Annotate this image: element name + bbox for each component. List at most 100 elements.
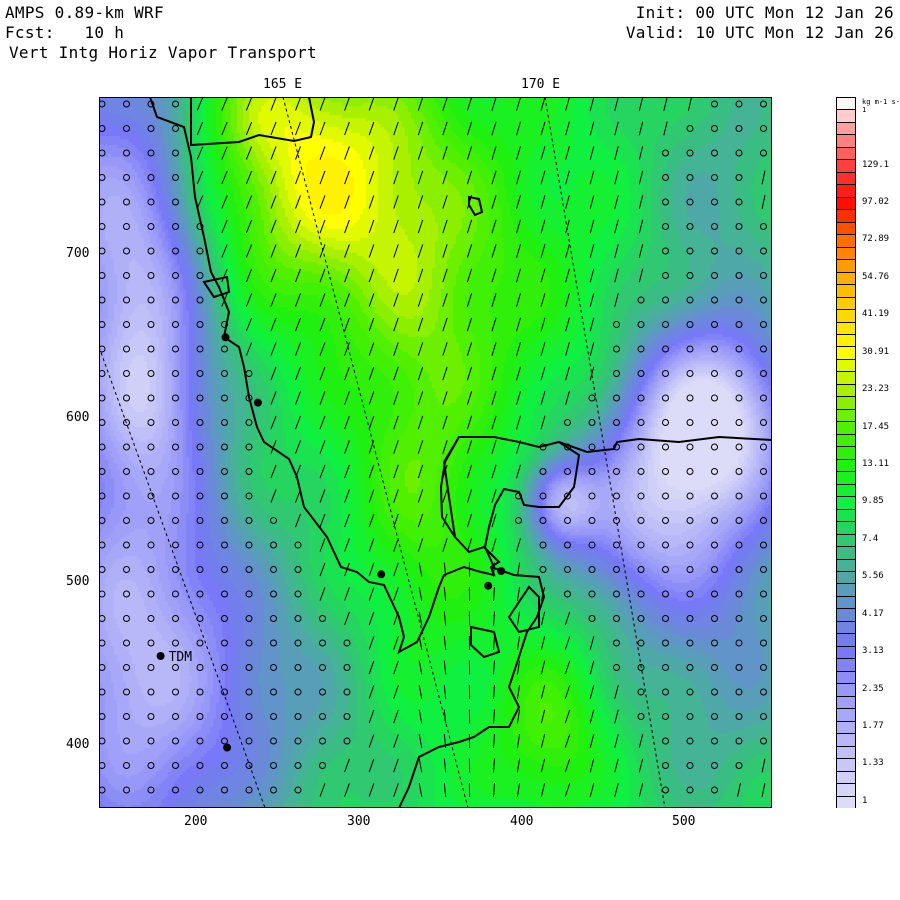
wind-barb xyxy=(638,121,644,136)
wind-barb xyxy=(295,317,301,332)
wind-barb xyxy=(442,342,448,356)
calm-wind-circle xyxy=(196,541,204,549)
calm-wind-circle xyxy=(588,443,596,451)
wind-barb xyxy=(393,758,399,773)
calm-wind-circle xyxy=(735,713,743,720)
wind-barb xyxy=(295,366,301,381)
y-tick-label: 500 xyxy=(66,574,90,589)
wind-barb xyxy=(221,268,228,283)
calm-wind-circle xyxy=(686,590,694,598)
calm-wind-circle xyxy=(196,762,204,769)
calm-wind-circle xyxy=(588,590,596,598)
wind-barb xyxy=(491,464,497,479)
calm-wind-circle xyxy=(245,737,253,745)
colorbar-swatch xyxy=(837,234,855,247)
colorbar-label: 72.89 xyxy=(862,234,890,245)
wind-barb xyxy=(368,170,375,185)
wind-barb xyxy=(491,342,497,356)
calm-wind-circle xyxy=(711,541,718,549)
calm-wind-circle xyxy=(662,664,669,671)
wind-barb xyxy=(295,146,301,160)
colorbar-swatch xyxy=(837,583,855,596)
calm-wind-circle xyxy=(760,394,767,402)
calm-wind-circle xyxy=(662,321,669,328)
calm-wind-circle xyxy=(221,394,228,402)
wind-barb xyxy=(516,170,521,185)
wind-barb xyxy=(540,734,546,748)
wind-barb xyxy=(270,489,277,503)
calm-wind-circle xyxy=(270,590,277,598)
colorbar-swatch xyxy=(837,720,855,734)
calm-wind-circle xyxy=(270,566,277,573)
calm-wind-circle xyxy=(245,566,253,573)
calm-wind-circle xyxy=(662,590,669,598)
calm-wind-circle xyxy=(760,468,767,475)
wind-barb xyxy=(540,366,546,381)
colorbar-swatch xyxy=(837,246,855,260)
colorbar-swatch xyxy=(837,334,855,347)
wind-barb xyxy=(540,317,546,332)
colorbar-label: 41.19 xyxy=(862,309,890,320)
calm-wind-circle xyxy=(294,541,302,549)
calm-wind-circle xyxy=(711,419,718,426)
wind-barb xyxy=(564,660,571,675)
calm-wind-circle xyxy=(711,370,718,377)
wind-barb xyxy=(589,342,595,356)
calm-wind-circle xyxy=(123,370,130,377)
calm-wind-circle xyxy=(637,492,645,500)
calm-wind-circle xyxy=(172,615,179,622)
wind-barb xyxy=(270,146,277,160)
wind-barb xyxy=(270,268,277,283)
wind-barb xyxy=(368,121,375,136)
calm-wind-circle xyxy=(147,443,155,451)
wind-barb xyxy=(417,538,424,552)
wind-barb xyxy=(245,317,253,332)
wind-barb xyxy=(565,342,570,356)
calm-wind-circle xyxy=(760,296,767,304)
wind-barb xyxy=(638,244,644,258)
calm-wind-circle xyxy=(343,688,351,696)
calm-wind-circle xyxy=(711,468,718,475)
calm-wind-circle xyxy=(245,615,253,622)
x-tick-label: 400 xyxy=(510,814,534,829)
calm-wind-circle xyxy=(637,615,645,622)
wind-barb xyxy=(491,195,497,209)
wind-barb xyxy=(417,97,424,111)
calm-wind-circle xyxy=(515,517,522,524)
wind-barb xyxy=(589,685,595,699)
calm-wind-circle xyxy=(637,321,645,328)
calm-wind-circle xyxy=(735,737,743,745)
wind-barb xyxy=(516,636,521,650)
wind-barb xyxy=(368,562,375,577)
wind-barb xyxy=(565,170,570,185)
calm-wind-circle xyxy=(319,639,326,647)
calm-wind-circle xyxy=(147,786,155,794)
longitude-label-165e: 165 E xyxy=(263,77,303,92)
calm-wind-circle xyxy=(735,639,743,647)
calm-wind-circle xyxy=(711,737,718,745)
wind-barb xyxy=(368,587,375,601)
wind-barb xyxy=(417,170,424,185)
wind-barb xyxy=(344,268,350,283)
calm-wind-circle xyxy=(711,786,718,794)
wind-barb xyxy=(344,783,350,797)
calm-wind-circle xyxy=(637,419,645,426)
calm-wind-circle xyxy=(760,419,767,426)
calm-wind-circle xyxy=(147,664,155,671)
calm-wind-circle xyxy=(735,517,743,524)
colorbar-swatch xyxy=(837,733,855,746)
calm-wind-circle xyxy=(711,272,718,279)
wind-barb xyxy=(417,366,424,381)
colorbar-label: 1.77 xyxy=(862,720,884,731)
wind-barb xyxy=(516,391,521,405)
calm-wind-circle xyxy=(662,370,669,377)
calm-wind-circle xyxy=(662,443,669,451)
wind-barb xyxy=(221,170,228,185)
wind-barb xyxy=(540,170,546,185)
calm-wind-circle xyxy=(564,419,571,426)
wind-barb xyxy=(589,758,595,773)
wind-barb xyxy=(344,391,350,405)
calm-wind-circle xyxy=(613,321,620,328)
calm-wind-circle xyxy=(245,590,253,598)
wind-barb xyxy=(516,121,521,136)
